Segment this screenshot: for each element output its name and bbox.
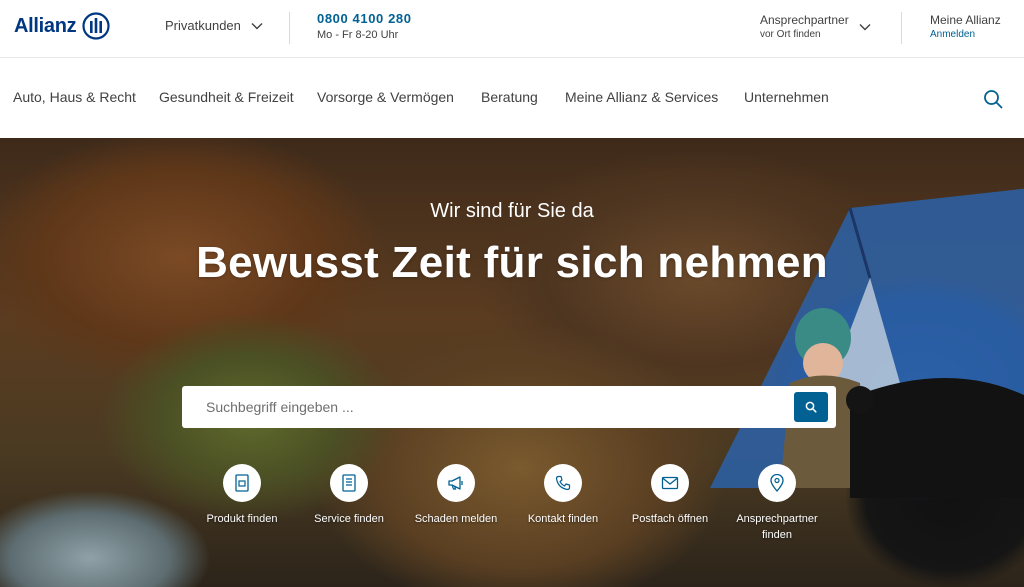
quick-action-label: Postfach öffnen — [631, 513, 709, 525]
customer-segment-dropdown[interactable]: Privatkunden — [165, 18, 263, 33]
hero-banner: Wir sind für Sie da Bewusst Zeit für sic… — [0, 138, 1024, 587]
quick-action-service-finden[interactable]: Service finden — [299, 464, 399, 527]
quick-action-circle — [437, 464, 475, 502]
top-bar: Allianz Privatkunden 0800 4100 280 Mo - … — [0, 0, 1024, 58]
contact-subtitle: vor Ort finden — [760, 29, 821, 40]
quick-action-schaden-melden[interactable]: Schaden melden — [406, 464, 506, 527]
allianz-eagle-logo-icon — [82, 12, 110, 40]
phone-number[interactable]: 0800 4100 280 — [317, 11, 412, 26]
divider — [901, 12, 902, 44]
quick-action-circle — [651, 464, 689, 502]
quick-action-label: Produkt finden — [206, 513, 278, 525]
chevron-down-icon — [859, 23, 871, 30]
quick-action-label: Service finden — [314, 513, 384, 525]
search-input[interactable] — [182, 386, 782, 428]
contact-person-dropdown[interactable]: Ansprechpartner vor Ort finden — [760, 13, 871, 40]
document-icon — [235, 474, 249, 492]
brand-name: Allianz — [14, 14, 77, 37]
nav-item-gesundheit-freizeit[interactable]: Gesundheit & Freizeit — [159, 89, 294, 105]
hero-kicker: Wir sind für Sie da — [430, 200, 594, 222]
form-icon — [342, 474, 356, 492]
phone-hours: Mo - Fr 8-20 Uhr — [317, 29, 399, 41]
nav-item-meine-allianz-services[interactable]: Meine Allianz & Services — [565, 89, 718, 105]
login-link[interactable]: Anmelden — [930, 29, 1001, 40]
nav-item-unternehmen[interactable]: Unternehmen — [744, 89, 829, 105]
main-navigation: Auto, Haus & Recht Gesundheit & Freizeit… — [0, 59, 1024, 138]
quick-action-label: Ansprechpartner finden — [736, 513, 818, 541]
nav-item-auto-haus-recht[interactable]: Auto, Haus & Recht — [13, 89, 136, 105]
quick-action-circle — [330, 464, 368, 502]
hotline[interactable]: 0800 4100 280 Mo - Fr 8-20 Uhr — [317, 11, 412, 41]
nav-item-beratung[interactable]: Beratung — [481, 89, 538, 105]
contact-title: Ansprechpartner — [760, 13, 849, 27]
phone-icon — [555, 475, 571, 491]
quick-action-circle — [758, 464, 796, 502]
segment-label: Privatkunden — [165, 18, 241, 33]
chevron-down-icon — [251, 22, 263, 29]
location-pin-icon — [770, 474, 784, 492]
search-submit-button[interactable] — [794, 392, 828, 422]
quick-action-ansprechpartner-finden[interactable]: Ansprechpartner finden — [727, 464, 827, 543]
quick-action-kontakt-finden[interactable]: Kontakt finden — [513, 464, 613, 527]
allianz-logo[interactable]: Allianz — [14, 12, 110, 40]
quick-action-label: Kontakt finden — [527, 513, 599, 525]
quick-action-label: Schaden melden — [414, 513, 498, 525]
search-icon[interactable] — [982, 88, 1004, 110]
quick-action-circle — [544, 464, 582, 502]
quick-action-produkt-finden[interactable]: Produkt finden — [192, 464, 292, 527]
divider — [289, 12, 290, 44]
search-icon — [805, 401, 817, 413]
account-title: Meine Allianz — [930, 13, 1001, 27]
nav-item-vorsorge-vermoegen[interactable]: Vorsorge & Vermögen — [317, 89, 454, 105]
quick-action-postfach-oeffnen[interactable]: Postfach öffnen — [620, 464, 720, 527]
mail-icon — [661, 476, 679, 490]
megaphone-icon — [448, 476, 463, 490]
my-allianz: Meine Allianz Anmelden — [930, 13, 1001, 40]
quick-action-circle — [223, 464, 261, 502]
hero-title: Bewusst Zeit für sich nehmen — [196, 238, 828, 287]
hero-search-bar — [182, 386, 836, 428]
